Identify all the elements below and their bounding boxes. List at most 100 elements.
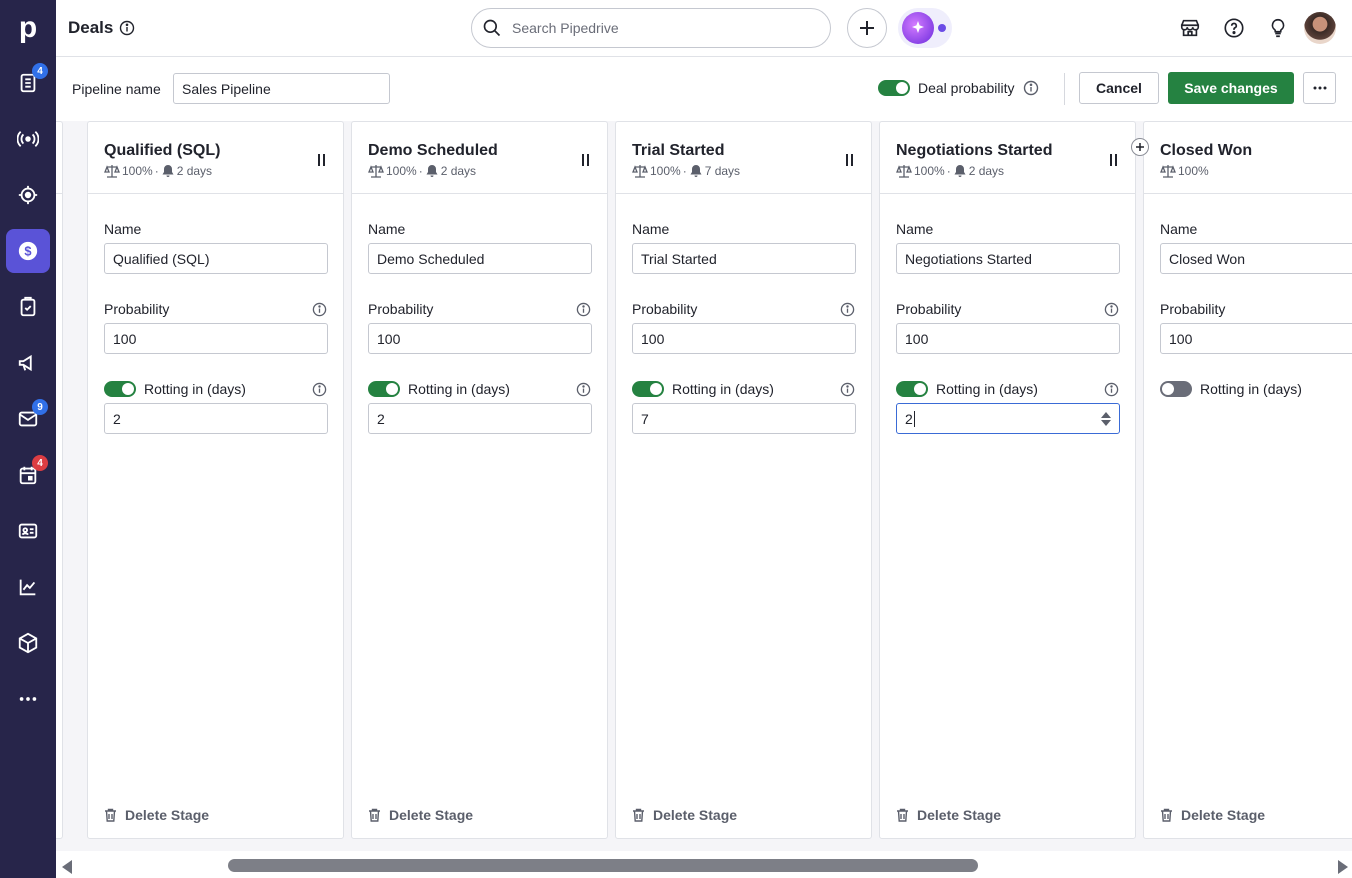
stage-header[interactable]: Negotiations Started 100% · 2 days bbox=[880, 122, 1135, 194]
probability-label: Probability bbox=[896, 301, 962, 317]
nav-contacts[interactable] bbox=[6, 509, 50, 553]
delete-stage-button[interactable]: Delete Stage bbox=[1160, 807, 1265, 823]
rotting-days-input[interactable]: 2 bbox=[104, 403, 328, 434]
pipeline-name-input[interactable] bbox=[173, 73, 390, 104]
stage-column-closed-won: Closed Won 100% Name Closed Won Probabil… bbox=[1131, 121, 1352, 839]
rotting-toggle[interactable] bbox=[1160, 381, 1192, 397]
probability-info-icon[interactable] bbox=[312, 302, 327, 317]
stage-header[interactable]: Demo Scheduled 100% · 2 days bbox=[352, 122, 607, 194]
rotting-days-input[interactable]: 2 bbox=[368, 403, 592, 434]
probability-input[interactable]: 100 bbox=[104, 323, 328, 354]
rotting-bell-icon bbox=[954, 165, 966, 177]
add-stage-button[interactable] bbox=[1131, 138, 1149, 156]
ai-assistant-button[interactable] bbox=[898, 8, 952, 48]
delete-stage-button[interactable]: Delete Stage bbox=[896, 807, 1001, 823]
stage-column-previous bbox=[56, 121, 63, 839]
nav-deals[interactable]: $ bbox=[6, 229, 50, 273]
stage-name-input[interactable]: Negotiations Started bbox=[896, 243, 1120, 274]
stage-name-input[interactable]: Qualified (SQL) bbox=[104, 243, 328, 274]
rotting-toggle[interactable] bbox=[368, 381, 400, 397]
stage-column-demo-scheduled: Demo Scheduled 100% · 2 days Name Demo S… bbox=[351, 121, 608, 839]
title-info-icon[interactable] bbox=[119, 20, 135, 36]
probability-input[interactable]: 100 bbox=[632, 323, 856, 354]
tips-button[interactable] bbox=[1264, 14, 1292, 42]
stage-header[interactable]: Closed Won 100% bbox=[1144, 122, 1352, 194]
delete-stage-label: Delete Stage bbox=[125, 807, 210, 823]
trash-icon bbox=[897, 808, 908, 822]
stage-rotting-days: 2 days bbox=[176, 164, 213, 178]
number-spinner[interactable] bbox=[1101, 411, 1111, 426]
stage-header[interactable]: Trial Started 100% · 7 days bbox=[616, 122, 871, 194]
horizontal-scrollbar[interactable] bbox=[56, 851, 1352, 878]
rotting-info-icon[interactable] bbox=[1104, 382, 1119, 397]
rotting-label: Rotting in (days) bbox=[672, 381, 774, 397]
delete-stage-button[interactable]: Delete Stage bbox=[104, 807, 209, 823]
stage-name-input[interactable]: Trial Started bbox=[632, 243, 856, 274]
nav-calendar[interactable]: 4 bbox=[6, 453, 50, 497]
rotting-toggle[interactable] bbox=[632, 381, 664, 397]
delete-stage-label: Delete Stage bbox=[1181, 807, 1266, 823]
nav-insights[interactable] bbox=[6, 565, 50, 609]
rotting-info-icon[interactable] bbox=[576, 382, 591, 397]
probability-info-icon[interactable] bbox=[576, 302, 591, 317]
probability-scale-icon bbox=[1160, 165, 1176, 178]
nav-products[interactable] bbox=[6, 621, 50, 665]
probability-input[interactable]: 100 bbox=[1160, 323, 1352, 354]
nav-campaigns[interactable] bbox=[6, 341, 50, 385]
nav-leads[interactable]: 4 bbox=[6, 61, 50, 105]
scrollbar-thumb[interactable] bbox=[228, 859, 978, 872]
stage-name-input[interactable]: Closed Won bbox=[1160, 243, 1352, 274]
stage-meta: 100% · 2 days bbox=[368, 164, 591, 178]
nav-broadcast[interactable] bbox=[6, 117, 50, 161]
stage-title: Closed Won bbox=[1160, 142, 1253, 159]
drag-handle-icon[interactable] bbox=[582, 154, 589, 166]
save-changes-button[interactable]: Save changes bbox=[1168, 72, 1294, 104]
broadcast-icon bbox=[17, 131, 39, 147]
stage-header[interactable]: Qualified (SQL) 100% · 2 days bbox=[88, 122, 343, 194]
probability-input[interactable]: 100 bbox=[896, 323, 1120, 354]
search-bar[interactable] bbox=[471, 8, 831, 48]
more-options-button[interactable] bbox=[1303, 72, 1336, 104]
user-avatar[interactable] bbox=[1304, 12, 1336, 44]
scroll-right-arrow-icon[interactable] bbox=[1338, 860, 1348, 874]
stage-meta: 100% · 7 days bbox=[632, 164, 855, 178]
rotting-days-input[interactable]: 7 bbox=[632, 403, 856, 434]
stage-meta: 100% bbox=[1160, 164, 1352, 178]
rotting-info-icon[interactable] bbox=[840, 382, 855, 397]
probability-info-icon[interactable] bbox=[840, 302, 855, 317]
nav-activities[interactable] bbox=[6, 285, 50, 329]
delete-stage-button[interactable]: Delete Stage bbox=[368, 807, 473, 823]
rotting-bell-icon bbox=[426, 165, 438, 177]
rotting-info-icon[interactable] bbox=[312, 382, 327, 397]
spinner-down-icon[interactable] bbox=[1101, 419, 1111, 426]
search-input[interactable] bbox=[512, 20, 792, 36]
pipedrive-logo[interactable]: p bbox=[0, 0, 56, 56]
quick-add-button[interactable] bbox=[847, 8, 887, 48]
trash-icon bbox=[369, 808, 380, 822]
deal-probability-toggle[interactable] bbox=[878, 80, 910, 96]
spinner-up-icon[interactable] bbox=[1101, 411, 1111, 418]
marketplace-button[interactable] bbox=[1176, 14, 1204, 42]
delete-stage-button[interactable]: Delete Stage bbox=[632, 807, 737, 823]
stage-probability: 100% bbox=[650, 164, 681, 178]
drag-handle-icon[interactable] bbox=[846, 154, 853, 166]
probability-info-icon[interactable] bbox=[1104, 302, 1119, 317]
nav-more[interactable] bbox=[6, 677, 50, 721]
deal-probability-info-icon[interactable] bbox=[1023, 80, 1039, 96]
nav-target[interactable] bbox=[6, 173, 50, 217]
drag-handle-icon[interactable] bbox=[318, 154, 325, 166]
rotting-toggle[interactable] bbox=[104, 381, 136, 397]
drag-handle-icon[interactable] bbox=[1110, 154, 1117, 166]
cancel-button[interactable]: Cancel bbox=[1079, 72, 1159, 104]
rotting-days-input[interactable]: 2 bbox=[896, 403, 1120, 434]
svg-text:$: $ bbox=[24, 244, 31, 259]
help-button[interactable] bbox=[1220, 14, 1248, 42]
probability-scale-icon bbox=[104, 165, 120, 178]
scroll-left-arrow-icon[interactable] bbox=[62, 860, 72, 874]
rotting-toggle[interactable] bbox=[896, 381, 928, 397]
probability-input[interactable]: 100 bbox=[368, 323, 592, 354]
search-icon bbox=[483, 19, 501, 37]
toolbar-divider bbox=[1064, 73, 1065, 105]
nav-mail[interactable]: 9 bbox=[6, 397, 50, 441]
stage-name-input[interactable]: Demo Scheduled bbox=[368, 243, 592, 274]
